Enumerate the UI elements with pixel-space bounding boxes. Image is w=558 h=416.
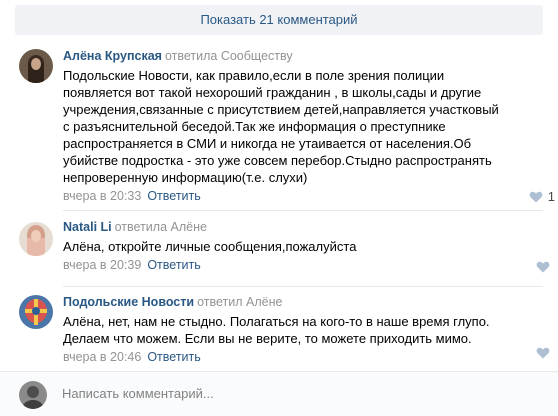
show-more-comments-button[interactable]: Показать 21 комментарий bbox=[15, 5, 543, 35]
comment-text: Подольские Новости, как правило,если в п… bbox=[63, 68, 499, 185]
reply-button[interactable]: Ответить bbox=[147, 258, 200, 272]
comment-header: Алёна Крупская ответила Сообществу bbox=[63, 48, 538, 65]
reply-target[interactable]: ответила Алёне bbox=[115, 220, 207, 234]
avatar[interactable] bbox=[19, 295, 53, 329]
comment-timestamp[interactable]: вчера в 20:39 bbox=[63, 258, 141, 272]
heart-icon bbox=[529, 191, 543, 202]
comment-composer: Написать комментарий... bbox=[0, 372, 558, 416]
comment-item: Natali Li ответила Алёне Алёна, откройте … bbox=[0, 214, 558, 282]
author-name[interactable]: Подольские Новости bbox=[63, 295, 194, 309]
avatar[interactable] bbox=[19, 49, 53, 83]
reply-target[interactable]: ответил Алёне bbox=[197, 295, 282, 309]
like-count: 1 bbox=[547, 189, 555, 204]
reply-button[interactable]: Ответить bbox=[147, 350, 200, 364]
comment-timestamp[interactable]: вчера в 20:33 bbox=[63, 189, 141, 203]
heart-icon bbox=[536, 347, 550, 359]
reply-target[interactable]: ответила Сообществу bbox=[165, 49, 293, 63]
comment-meta: вчера в 20:46 Ответить bbox=[63, 349, 538, 366]
like-button[interactable] bbox=[536, 261, 555, 273]
comment-meta: вчера в 20:39 Ответить bbox=[63, 257, 538, 274]
comment-timestamp[interactable]: вчера в 20:46 bbox=[63, 350, 141, 364]
comment-divider bbox=[63, 286, 543, 287]
like-button[interactable]: 1 bbox=[529, 189, 555, 204]
reply-button[interactable]: Ответить bbox=[147, 189, 200, 203]
author-name[interactable]: Алёна Крупская bbox=[63, 49, 162, 63]
avatar[interactable] bbox=[19, 222, 53, 256]
comment-item: Подольские Новости ответил Алёне Алёна, н… bbox=[0, 290, 558, 368]
current-user-avatar[interactable] bbox=[19, 381, 47, 409]
comment-header: Подольские Новости ответил Алёне bbox=[63, 294, 538, 311]
like-button[interactable] bbox=[536, 347, 555, 359]
comment-item: Алёна Крупская ответила Сообществу Подоль… bbox=[0, 44, 558, 206]
comment-divider bbox=[63, 210, 543, 211]
heart-icon bbox=[536, 261, 550, 273]
comment-input[interactable]: Написать комментарий... bbox=[62, 386, 214, 401]
comment-text: Алёна, нет, нам не стыдно. Полагаться на… bbox=[63, 314, 490, 346]
show-more-bar: Показать 21 комментарий bbox=[0, 0, 558, 40]
author-name[interactable]: Natali Li bbox=[63, 220, 112, 234]
comment-text: Алёна, откройте личные сообщения,пожалуй… bbox=[63, 239, 357, 254]
comment-meta: вчера в 20:33 Ответить bbox=[63, 188, 538, 205]
comment-header: Natali Li ответила Алёне bbox=[63, 219, 538, 236]
